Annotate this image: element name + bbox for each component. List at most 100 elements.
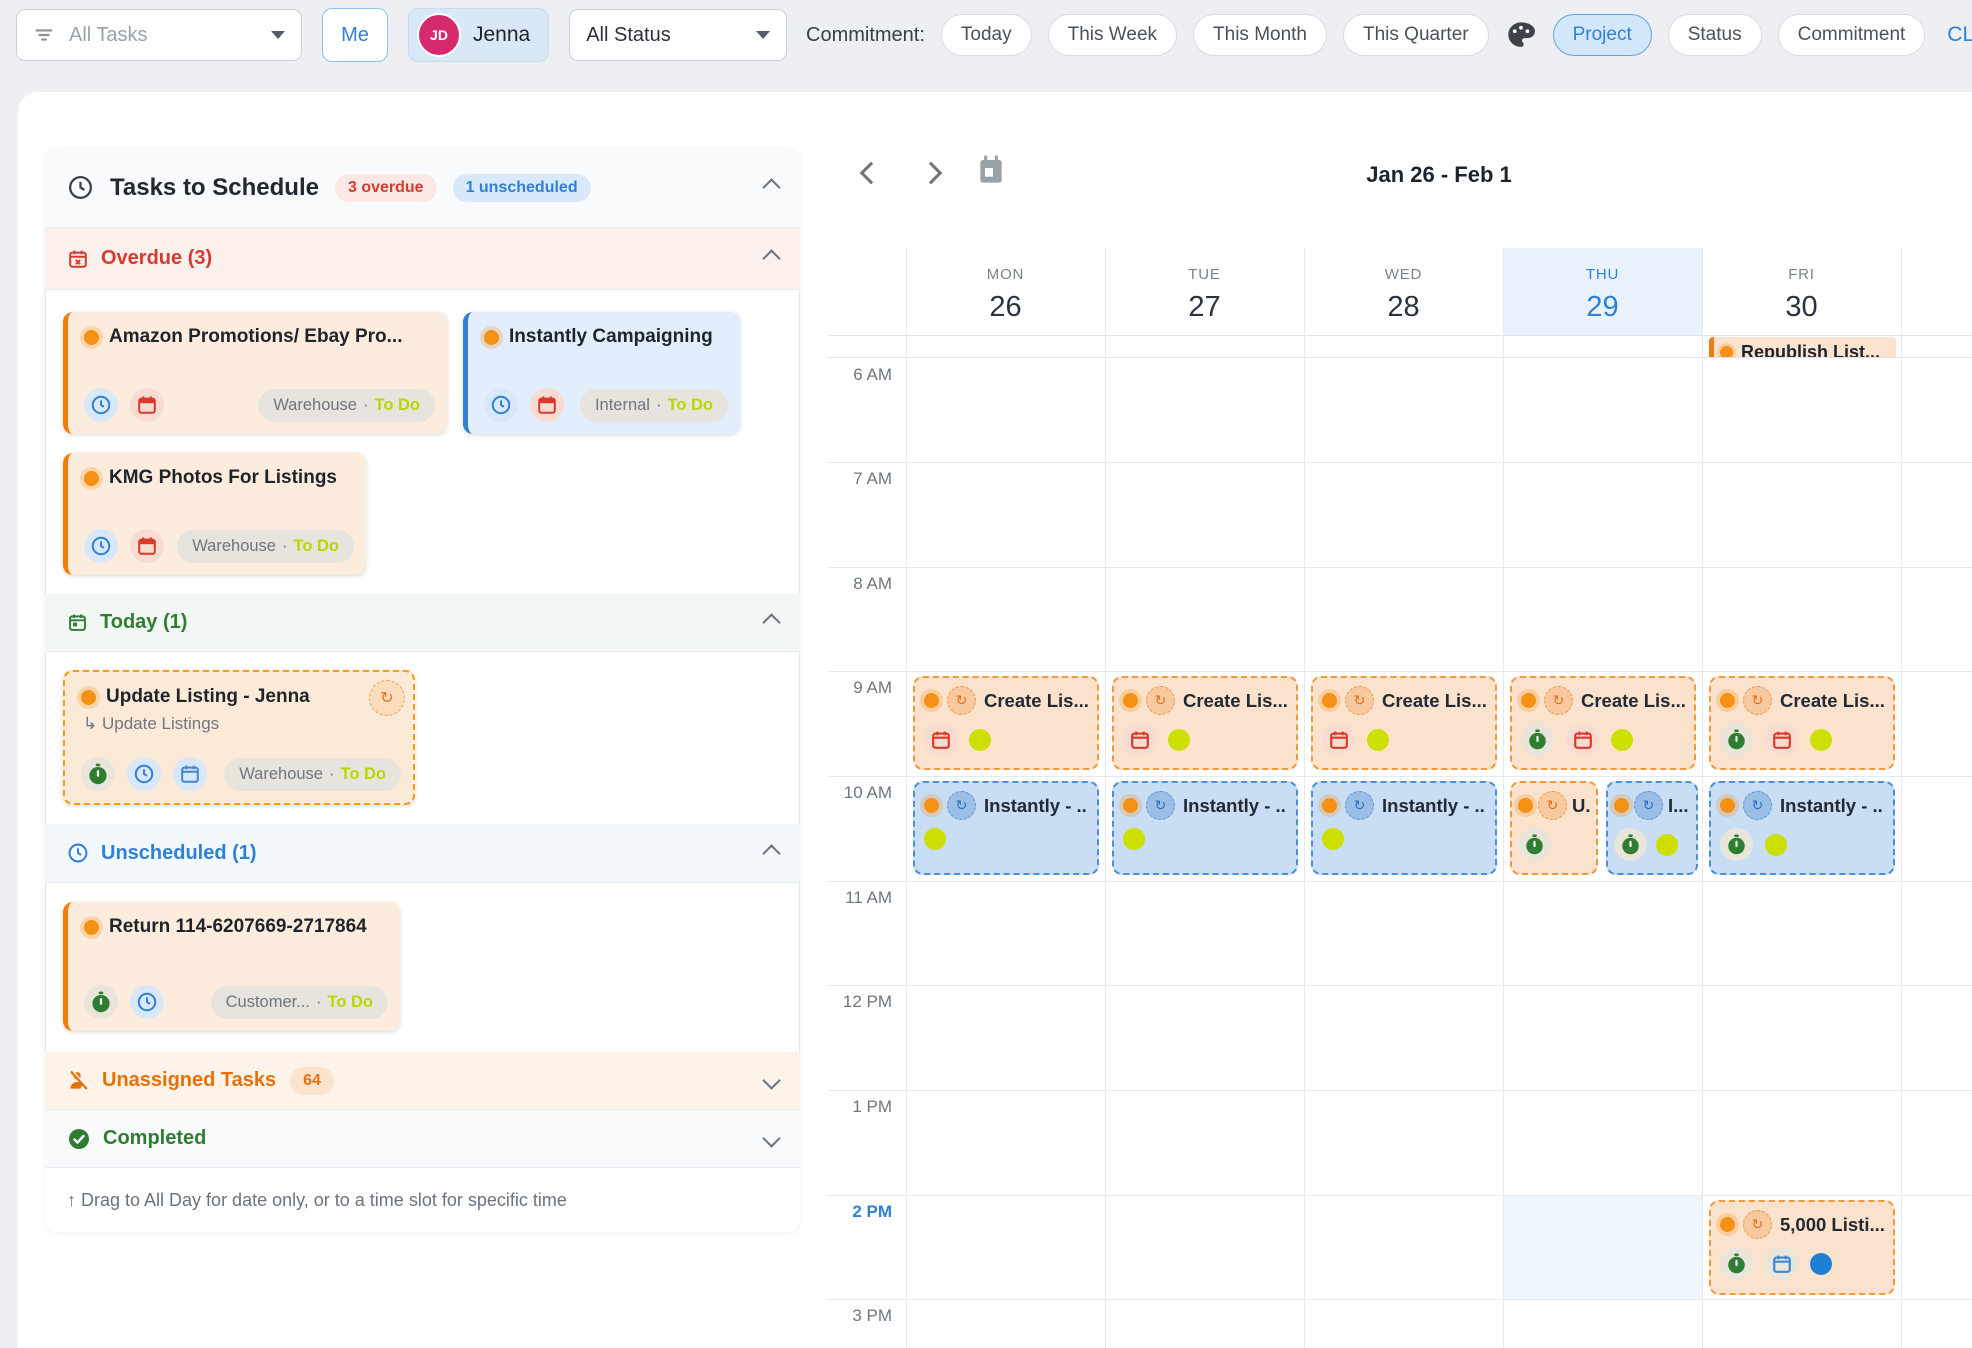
tasks-panel-header[interactable]: Tasks to Schedule 3 overdue 1 unschedule… bbox=[45, 148, 800, 228]
all-day-event[interactable]: Republish List... bbox=[1709, 337, 1896, 357]
group-by-status-pill[interactable]: Status bbox=[1668, 14, 1762, 56]
task-meta-pill: Customer... · To Do bbox=[211, 986, 388, 1019]
event-title: Create Lis... bbox=[984, 690, 1088, 712]
recurrence-icon: ↻ bbox=[1146, 686, 1175, 715]
calendar-event[interactable]: ↻ Create Lis... bbox=[1311, 676, 1497, 770]
calendar-event[interactable]: ↻ Instantly - ... bbox=[1112, 781, 1298, 875]
task-card[interactable]: Update Listing - Jenna ↻ ↳ Update Listin… bbox=[63, 670, 415, 805]
event-title: Instantly - ... bbox=[984, 795, 1088, 817]
expand-section-icon[interactable] bbox=[762, 1129, 780, 1147]
recurrence-icon: ↻ bbox=[947, 686, 976, 715]
task-title: Amazon Promotions/ Ebay Pro... bbox=[109, 326, 403, 348]
task-card[interactable]: Return 114-6207669-2717864 Customer... ·… bbox=[63, 902, 400, 1031]
project-color-dot bbox=[1123, 798, 1138, 813]
project-color-dot bbox=[484, 330, 499, 345]
me-filter-button[interactable]: Me bbox=[322, 8, 388, 62]
commitment-week-pill[interactable]: This Week bbox=[1048, 14, 1177, 56]
calendar-event[interactable]: ↻ Create Lis... bbox=[1112, 676, 1298, 770]
project-color-dot bbox=[1518, 798, 1533, 813]
calendar-icon bbox=[130, 529, 164, 563]
prev-week-button[interactable] bbox=[858, 160, 884, 186]
week-range-title: Jan 26 - Feb 1 bbox=[906, 162, 1972, 188]
clear-filters-link[interactable]: CLEAR bbox=[1947, 23, 1972, 47]
project-color-dot bbox=[84, 471, 99, 486]
grid-line bbox=[828, 881, 1972, 882]
grid-line bbox=[828, 776, 1972, 777]
time-label: 10 AM bbox=[820, 783, 892, 803]
palette-icon[interactable] bbox=[1505, 19, 1537, 51]
task-card[interactable]: Instantly Campaigning Internal · To Do bbox=[463, 312, 740, 434]
user-name: Jenna bbox=[473, 23, 530, 47]
status-filter-select[interactable]: All Status bbox=[569, 9, 787, 61]
calendar-event[interactable]: ↻ Instantly - ... bbox=[1311, 781, 1497, 875]
stopwatch-icon bbox=[1518, 828, 1551, 861]
event-title: Create Lis... bbox=[1581, 690, 1685, 712]
collapse-panel-icon[interactable] bbox=[762, 178, 780, 196]
recurrence-icon: ↻ bbox=[1345, 791, 1374, 820]
status-dot bbox=[969, 729, 991, 751]
calendar-event[interactable]: ↻ I... bbox=[1606, 781, 1698, 875]
grid-line bbox=[828, 357, 1972, 358]
calendar-event[interactable]: ↻ Instantly - ... bbox=[1709, 781, 1895, 875]
calendar-icon bbox=[1765, 723, 1798, 756]
calendar-event[interactable]: ↻ Instantly - ... bbox=[913, 781, 1099, 875]
group-by-commitment-pill[interactable]: Commitment bbox=[1778, 14, 1926, 56]
calendar-icon bbox=[130, 388, 164, 422]
subtask-label: ↳ Update Listings bbox=[83, 714, 397, 734]
task-card[interactable]: Amazon Promotions/ Ebay Pro... Warehouse… bbox=[63, 312, 447, 434]
calendar-icon bbox=[1123, 723, 1156, 756]
section-unassigned-label: Unassigned Tasks bbox=[102, 1069, 276, 1092]
recurrence-icon: ↻ bbox=[1743, 1210, 1772, 1239]
commitment-month-pill[interactable]: This Month bbox=[1193, 14, 1327, 56]
time-label: 3 PM bbox=[820, 1306, 892, 1326]
grid-line bbox=[828, 671, 1972, 672]
calendar-icon bbox=[1765, 1247, 1798, 1280]
calendar-icon bbox=[530, 388, 564, 422]
status-dot bbox=[1810, 1253, 1832, 1275]
section-unassigned-header[interactable]: Unassigned Tasks 64 bbox=[45, 1052, 800, 1110]
task-meta-pill: Warehouse · To Do bbox=[258, 389, 435, 422]
task-card[interactable]: KMG Photos For Listings Warehouse · To D… bbox=[63, 453, 366, 575]
project-color-dot bbox=[1521, 693, 1536, 708]
project-color-dot bbox=[1720, 693, 1735, 708]
status-dot bbox=[1810, 729, 1832, 751]
user-slash-icon bbox=[67, 1069, 90, 1092]
recurrence-icon: ↻ bbox=[1146, 791, 1175, 820]
event-title: Instantly - ... bbox=[1382, 795, 1486, 817]
calendar-event[interactable]: ↻ Create Lis... bbox=[1510, 676, 1696, 770]
commitment-label: Commitment: bbox=[806, 24, 925, 47]
grid-line bbox=[828, 1090, 1972, 1091]
user-filter-button[interactable]: JD Jenna bbox=[408, 8, 549, 62]
commitment-today-pill[interactable]: Today bbox=[941, 14, 1032, 56]
expand-section-icon[interactable] bbox=[762, 1071, 780, 1089]
task-filter-select[interactable]: All Tasks bbox=[16, 9, 302, 61]
calendar-event[interactable]: ↻ Create Lis... bbox=[913, 676, 1099, 770]
collapse-section-icon[interactable] bbox=[762, 844, 780, 862]
section-today-header[interactable]: Today (1) bbox=[45, 594, 800, 652]
recurrence-icon: ↻ bbox=[947, 791, 976, 820]
section-completed-header[interactable]: Completed bbox=[45, 1110, 800, 1168]
group-by-project-pill[interactable]: Project bbox=[1553, 14, 1652, 56]
section-unscheduled-header[interactable]: Unscheduled (1) bbox=[45, 824, 800, 883]
recurrence-icon: ↻ bbox=[1743, 686, 1772, 715]
collapse-section-icon[interactable] bbox=[762, 613, 780, 631]
calendar-event[interactable]: ↻ 5,000 Listi... bbox=[1709, 1200, 1895, 1295]
recurrence-icon: ↻ bbox=[1743, 791, 1772, 820]
grid-line bbox=[828, 567, 1972, 568]
section-completed-label: Completed bbox=[103, 1127, 206, 1150]
section-unscheduled-label: Unscheduled (1) bbox=[101, 842, 257, 865]
task-title: Instantly Campaigning bbox=[509, 326, 713, 348]
event-title: I... bbox=[1668, 795, 1689, 817]
clock-icon bbox=[67, 174, 94, 201]
collapse-section-icon[interactable] bbox=[762, 249, 780, 267]
section-overdue-header[interactable]: Overdue (3) bbox=[45, 228, 800, 290]
stopwatch-icon bbox=[1521, 723, 1554, 756]
time-label: 9 AM bbox=[820, 678, 892, 698]
commitment-quarter-pill[interactable]: This Quarter bbox=[1343, 14, 1489, 56]
calendar-event[interactable]: ↻ Create Lis... bbox=[1709, 676, 1895, 770]
stopwatch-icon bbox=[1720, 723, 1753, 756]
event-title: Create Lis... bbox=[1183, 690, 1287, 712]
project-color-dot bbox=[924, 798, 939, 813]
calendar-event[interactable]: ↻ U. bbox=[1510, 781, 1598, 875]
grid-line bbox=[1304, 248, 1305, 1348]
